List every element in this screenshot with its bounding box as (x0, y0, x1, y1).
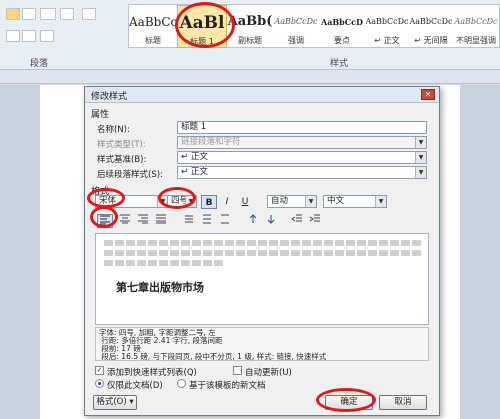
properties-heading: 属性 (91, 110, 110, 120)
align-right-icon[interactable] (135, 214, 151, 228)
preview-previous-paragraph (104, 240, 422, 246)
double-spacing-icon[interactable] (217, 214, 233, 228)
dialog-title: 修改样式 (91, 92, 128, 102)
add-quick-style-checkbox[interactable]: ✓ (95, 366, 104, 375)
style-item-title[interactable]: AaBbCcDc 标题 (129, 5, 177, 48)
show-marks-button[interactable] (40, 30, 54, 42)
styles-group-label: 样式 (330, 59, 349, 69)
underline-button[interactable]: U (237, 195, 253, 209)
this-document-label: 仅限此文档(D) (107, 381, 163, 391)
modify-style-dialog: 修改样式 ✕ 属性 名称(N): 标题 1 样式类型(T): 链接段落和字符 ▼… (84, 86, 440, 416)
chevron-down-icon: ▼ (375, 196, 386, 207)
style-preview: AaBbCcDc (129, 15, 177, 29)
chevron-down-icon: ▼ (415, 137, 426, 148)
style-description: 字体: 四号, 加粗, 字距调整二号, 左 行距: 多倍行距 2.41 字行, … (95, 327, 429, 361)
based-on-value: ↵ 正文 (181, 152, 208, 162)
style-label: 标题 (145, 36, 161, 45)
preview-previous-paragraph (104, 260, 224, 266)
paragraph-group-label: 段落 (30, 59, 49, 69)
annotation-circle-heading-style (175, 2, 235, 48)
style-preview: AaBbCcDc (409, 17, 453, 26)
ribbon: AaBbCcDc 标题 AaBl 标题 1 AaBb( 副标题 AaBbCcDc… (0, 0, 500, 70)
style-type-select: 链接段落和字符 ▼ (177, 136, 427, 149)
style-type-value: 链接段落和字符 (181, 137, 241, 147)
one-half-spacing-icon[interactable] (199, 214, 215, 228)
next-style-label: 后续段落样式(S): (97, 170, 163, 180)
align-left-button[interactable] (6, 8, 20, 20)
font-color-value: 自动 (271, 196, 289, 206)
align-center-icon[interactable] (117, 214, 133, 228)
cancel-button[interactable]: 取消 (379, 395, 427, 410)
style-label: 不明显强调 (456, 36, 496, 45)
single-spacing-icon[interactable] (181, 214, 197, 228)
template-label: 基于该模板的新文档 (189, 381, 266, 391)
space-before-icon[interactable] (245, 214, 261, 228)
style-label: 副标题 (238, 36, 262, 45)
add-quick-style-label: 添加到快速样式列表(Q) (107, 368, 197, 378)
preview-heading-text: 第七章出版物市场 (116, 281, 204, 294)
style-preview: AaBbCcDc (365, 17, 409, 26)
style-label: 要点 (334, 36, 350, 45)
space-after-icon[interactable] (263, 214, 279, 228)
shading-button[interactable] (60, 8, 74, 20)
justify-icon[interactable] (153, 214, 169, 228)
auto-update-label: 自动更新(U) (245, 368, 292, 378)
chevron-down-icon: ▼ (305, 196, 316, 207)
auto-update-checkbox[interactable] (233, 366, 242, 375)
close-icon[interactable]: ✕ (421, 89, 435, 100)
language-value: 中文 (327, 196, 345, 206)
style-label: 强调 (288, 36, 304, 45)
annotation-circle-align (90, 206, 118, 228)
template-radio[interactable] (177, 379, 186, 388)
italic-button[interactable]: I (219, 195, 235, 209)
style-preview-pane: 第七章出版物市场 (95, 233, 429, 325)
based-on-label: 样式基准(B): (97, 155, 147, 165)
borders-button[interactable] (82, 8, 96, 20)
style-type-label: 样式类型(T): (97, 140, 146, 150)
bold-button[interactable]: B (201, 195, 217, 209)
style-item-normal[interactable]: AaBbCcDc ↵ 正文 (365, 5, 409, 48)
annotation-circle-font (87, 188, 125, 208)
annotation-circle-size (158, 187, 196, 209)
name-label: 名称(N): (97, 125, 130, 135)
preview-previous-paragraph (104, 250, 422, 256)
decrease-indent-icon[interactable] (289, 214, 305, 228)
format-menu-button[interactable]: 格式(O) ▾ (93, 395, 137, 410)
chevron-down-icon: ▼ (415, 167, 426, 178)
style-item-emphasis[interactable]: AaBbCcDc 强调 (273, 5, 319, 48)
ruler[interactable] (0, 70, 500, 84)
style-item-no-spacing[interactable]: AaBbCcDc ↵ 无间隔 (409, 5, 453, 48)
this-document-radio[interactable] (95, 379, 104, 388)
language-select[interactable]: 中文 ▼ (323, 195, 387, 208)
font-color-select[interactable]: 自动 ▼ (267, 195, 317, 208)
style-label: ↵ 正文 (374, 36, 400, 45)
line-spacing-button[interactable] (40, 8, 56, 20)
style-preview: AaBbCcDc (274, 17, 318, 26)
style-label: ↵ 无间隔 (414, 36, 448, 45)
dialog-titlebar[interactable]: 修改样式 ✕ (85, 87, 439, 103)
chevron-down-icon: ▼ (415, 152, 426, 163)
style-item-strong[interactable]: AaBbCcD 要点 (319, 5, 365, 48)
sort-button[interactable] (6, 30, 20, 42)
next-style-select[interactable]: ↵ 正文 ▼ (177, 166, 427, 179)
annotation-circle-ok (316, 388, 376, 412)
next-style-value: ↵ 正文 (181, 167, 208, 177)
based-on-select[interactable]: ↵ 正文 ▼ (177, 151, 427, 164)
indent-button[interactable] (22, 30, 36, 42)
justify-button[interactable] (22, 8, 36, 20)
increase-indent-icon[interactable] (307, 214, 323, 228)
name-field[interactable]: 标题 1 (177, 121, 427, 134)
style-preview: AaBbCcDc (454, 17, 498, 26)
style-item-subtle-emphasis[interactable]: AaBbCcDc 不明显强调 (453, 5, 499, 48)
style-preview: AaBbCcD (321, 17, 363, 27)
